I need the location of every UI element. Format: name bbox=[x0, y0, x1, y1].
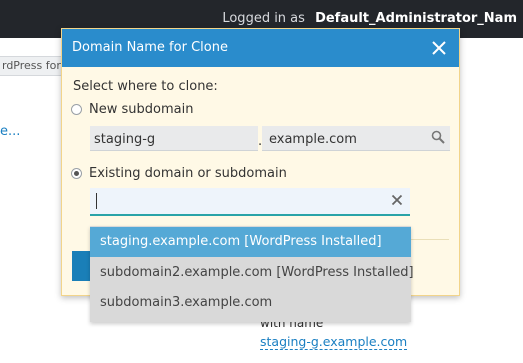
dialog-title: Domain Name for Clone bbox=[72, 40, 228, 55]
username[interactable]: Default_Administrator_Nam bbox=[315, 11, 517, 26]
parent-domain-value: example.com bbox=[269, 132, 357, 147]
existing-domain-label: Existing domain or subdomain bbox=[89, 166, 287, 181]
existing-domain-option[interactable]: Existing domain or subdomain bbox=[71, 166, 287, 181]
clone-location-prompt: Select where to clone: bbox=[73, 79, 218, 94]
close-icon bbox=[432, 41, 446, 55]
new-subdomain-option[interactable]: New subdomain bbox=[71, 102, 193, 117]
staging-domain-link[interactable]: staging-g.example.com bbox=[260, 334, 408, 350]
existing-domain-radio[interactable] bbox=[71, 168, 82, 179]
subdomain-input[interactable]: staging-g bbox=[90, 126, 258, 151]
text-caret bbox=[96, 193, 97, 209]
dialog-header: Domain Name for Clone bbox=[62, 29, 459, 67]
domain-dropdown-list: staging.example.com [WordPress Installed… bbox=[90, 226, 414, 322]
new-subdomain-label: New subdomain bbox=[89, 102, 194, 117]
background-breadcrumb: rdPress for bbox=[0, 56, 66, 76]
search-icon[interactable] bbox=[431, 130, 445, 144]
new-subdomain-radio[interactable] bbox=[71, 104, 82, 115]
clear-icon[interactable] bbox=[391, 194, 403, 206]
dropdown-option[interactable]: subdomain2.example.com [WordPress Instal… bbox=[90, 258, 414, 288]
dropdown-option[interactable]: subdomain3.example.com bbox=[90, 288, 411, 318]
close-button[interactable] bbox=[427, 36, 451, 60]
logged-in-label: Logged in as bbox=[222, 11, 305, 26]
dropdown-option[interactable]: staging.example.com [WordPress Installed… bbox=[90, 227, 411, 257]
login-info: Logged in as Default_Administrator_Nam bbox=[222, 11, 517, 26]
existing-domain-combobox[interactable] bbox=[90, 188, 410, 216]
parent-domain-field[interactable]: example.com bbox=[262, 126, 450, 151]
background-link[interactable]: e... bbox=[0, 124, 20, 139]
